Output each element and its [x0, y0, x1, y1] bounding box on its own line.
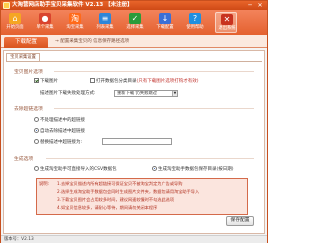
divider — [46, 158, 254, 159]
note-line: 1.去掉宝贝描述内所有超链接可保证宝贝不被淘宝判定为广告或导购 — [57, 181, 183, 186]
toolbar-select-collect-button[interactable]: ✓ 选择采集 — [124, 12, 146, 33]
toolbar-label: 淘宝采集 — [66, 25, 84, 30]
app-logo-icon — [3, 2, 10, 9]
pin-icon: ● — [39, 13, 51, 24]
image-fail-label: 描述图片下载失败处理方式: — [40, 91, 96, 96]
toolbar-list-collect-button[interactable]: ≡ 列表采集 — [94, 12, 116, 33]
image-options-title: 宝贝图片选项 — [14, 70, 43, 75]
link-replace-radio[interactable] — [34, 139, 39, 144]
generate-options-title: 生成选项 — [14, 157, 34, 162]
close-button[interactable]: ✕ — [256, 2, 264, 9]
open-folder-option[interactable]: 打开数据包分类目录(只有下载图片选项打钩才有效) — [90, 78, 199, 85]
list-icon: ≡ — [99, 13, 111, 24]
gen-csv-radio[interactable] — [34, 166, 39, 171]
download-icon: ↓ — [159, 13, 171, 24]
notes-label: 说明: — [39, 182, 50, 187]
link-option-replace[interactable]: 替换描述中超链接为: — [34, 139, 82, 146]
link-replace-label: 替换描述中超链接为: — [40, 140, 83, 145]
image-fail-select[interactable]: 重新下载 仍失败跳过 ▼ — [114, 90, 178, 97]
toolbar-label: 单个采集 — [36, 25, 54, 30]
toolbar-taobao-collect-button[interactable]: 淘 淘宝采集 — [64, 12, 86, 33]
link-remove-radio[interactable] — [34, 128, 39, 133]
title-bar: 大淘营网店助手宝贝采集软件 V2.13 【未注册】 ─ ✕ — [1, 1, 267, 10]
link-option-remove[interactable]: 自动去除描述中超链接 — [34, 128, 85, 135]
toolbar-label: 选择采集 — [126, 25, 144, 30]
save-config-button[interactable]: 保存配置 — [226, 216, 254, 226]
toolbar-download-config-button[interactable]: ↓ 下载配置 — [154, 12, 176, 33]
link-keep-radio[interactable] — [34, 117, 39, 122]
note-line: 4.如宝贝信息较多，请耐心等待，期间请勿关闭本程序 — [57, 205, 158, 210]
tab-download-config[interactable]: 下载配置 — [4, 37, 48, 48]
open-folder-label: 打开数据包分类目录 — [96, 79, 137, 84]
link-keep-label: 不处理描述中的超链接 — [40, 118, 85, 123]
toolbar-label: 使用帮助 — [186, 25, 204, 30]
download-images-option[interactable]: 下载图片 — [34, 78, 58, 85]
version-label: 版本号：V2.13 — [4, 237, 34, 242]
link-option-keep[interactable]: 不处理描述中的超链接 — [34, 117, 85, 124]
download-images-checkbox[interactable] — [34, 78, 39, 83]
divider — [54, 71, 254, 72]
link-replace-input[interactable] — [102, 138, 172, 145]
home-icon: ⌂ — [9, 13, 21, 24]
minimize-button[interactable]: ─ — [246, 2, 254, 9]
open-folder-checkbox[interactable] — [90, 78, 95, 83]
select-icon: ✓ — [129, 13, 141, 24]
note-line: 3.下载宝贝图片会占用较多时间，建议网速较慢时不勾选此选项 — [57, 197, 175, 202]
toolbar-label: 开始页面 — [6, 25, 24, 30]
nav-row: 下载配置 → 配置采集宝贝的 信息保存路径选项 — [1, 35, 267, 48]
settings-panel: 宝贝采集设置 宝贝图片选项 下载图片 打开数据包分类目录(只有下载图片选项打钩才… — [3, 50, 265, 234]
link-options-title: 去除超链选项 — [14, 107, 43, 112]
toolbar-single-collect-button[interactable]: ● 单个采集 — [34, 12, 56, 33]
toolbar-label: 列表采集 — [96, 25, 114, 30]
toolbar-start-page-button[interactable]: ⌂ 开始页面 — [4, 12, 26, 33]
window-title: 大淘营网店助手宝贝采集软件 V2.13 【未注册】 — [12, 2, 133, 8]
divider — [6, 61, 262, 62]
chevron-down-icon[interactable]: ▼ — [172, 91, 177, 96]
main-toolbar: ⌂ 开始页面 ● 单个采集 淘 淘宝采集 ≡ 列表采集 ✓ 选择采集 ↓ 下载配… — [1, 10, 267, 35]
open-folder-note: (只有下载图片选项打钩才有效) — [136, 79, 199, 84]
toolbar-label: 下载配置 — [156, 25, 174, 30]
status-bar: 版本号：V2.13 — [1, 235, 267, 243]
image-fail-value: 重新下载 仍失败跳过 — [117, 91, 158, 96]
tab-collect-settings[interactable]: 宝贝采集设置 — [6, 53, 40, 61]
toolbar-help-button[interactable]: ? 使用帮助 — [184, 12, 206, 33]
download-images-label: 下载图片 — [40, 79, 58, 84]
notes-box: 说明: 1.去掉宝贝描述内所有超链接可保证宝贝不被淘宝判定为广告或导购 2.选择… — [36, 178, 248, 215]
note-line: 2.选择生成淘宝助手数据包会同时生成图片文件夹，数据包请用淘宝助手导入 — [57, 189, 200, 194]
gen-csv-option[interactable]: 生成淘宝助手可直接导入的CSV数据包 — [34, 166, 117, 173]
app-window: 大淘营网店助手宝贝采集软件 V2.13 【未注册】 ─ ✕ ⌂ 开始页面 ● 单… — [0, 0, 268, 243]
gen-folder-radio[interactable] — [152, 166, 157, 171]
exit-icon: ✕ — [221, 14, 233, 25]
help-icon: ? — [189, 13, 201, 24]
toolbar-label: 退出系统 — [218, 26, 236, 31]
gen-csv-label: 生成淘宝助手可直接导入的CSV数据包 — [40, 167, 117, 172]
gen-folder-option[interactable]: 生成淘宝助手数据包保存目录(按日期) — [152, 166, 234, 173]
link-remove-label: 自动去除描述中超链接 — [40, 129, 85, 134]
divider — [54, 108, 254, 109]
taobao-icon: 淘 — [69, 13, 81, 24]
toolbar-exit-button[interactable]: ✕ 退出系统 — [215, 12, 237, 33]
gen-folder-label: 生成淘宝助手数据包保存目录(按日期) — [158, 167, 234, 172]
nav-hint: → 配置采集宝贝的 信息保存路径选项 — [55, 39, 130, 44]
